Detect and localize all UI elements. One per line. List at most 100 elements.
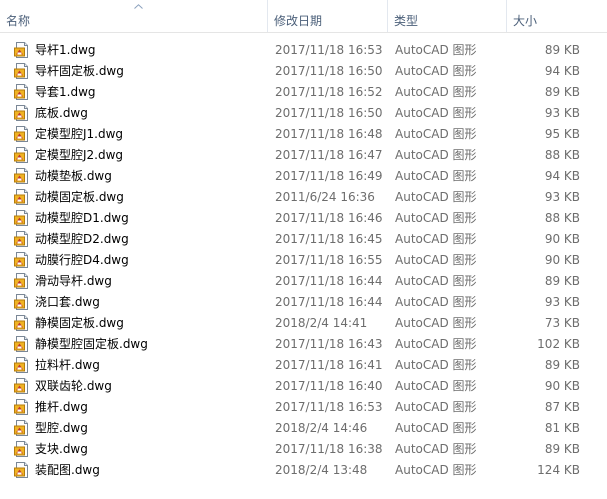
file-modified-date: 2017/11/18 16:47	[275, 148, 383, 162]
file-size: 87 KB	[544, 400, 580, 414]
file-name: 导套1.dwg	[35, 85, 96, 99]
file-name: 静模固定板.dwg	[35, 316, 124, 330]
file-name: 浇口套.dwg	[35, 295, 100, 309]
file-name: 滑动导杆.dwg	[35, 274, 112, 288]
file-name: 导杆1.dwg	[35, 43, 96, 57]
dwg-file-icon	[14, 210, 30, 226]
file-modified-date: 2018/2/4 13:48	[275, 463, 368, 477]
file-size: 81 KB	[544, 421, 580, 435]
column-header-name[interactable]: 名称	[0, 0, 268, 32]
file-modified-date: 2017/11/18 16:49	[275, 169, 383, 183]
file-modified-date: 2011/6/24 16:36	[275, 190, 375, 204]
file-name: 动模型腔D2.dwg	[35, 232, 129, 246]
file-type: AutoCAD 图形	[395, 127, 477, 141]
column-header-bar: 名称 修改日期 类型 大小	[0, 0, 607, 33]
dwg-file-icon	[14, 147, 30, 163]
file-name: 动膜行腔D4.dwg	[35, 253, 129, 267]
file-row[interactable]: 动模型腔D1.dwg 2017/11/18 16:46 AutoCAD 图形 88 K…	[0, 208, 607, 229]
file-row[interactable]: 支块.dwg 2017/11/18 16:38 AutoCAD 图形 89 KB	[0, 439, 607, 460]
dwg-file-icon	[14, 273, 30, 289]
column-header-date[interactable]: 修改日期	[268, 0, 388, 32]
file-size: 89 KB	[544, 43, 580, 57]
file-type: AutoCAD 图形	[395, 274, 477, 288]
file-type: AutoCAD 图形	[395, 400, 477, 414]
file-name: 双联齿轮.dwg	[35, 379, 112, 393]
file-row[interactable]: 动模型腔D2.dwg 2017/11/18 16:45 AutoCAD 图形 90 K…	[0, 229, 607, 250]
file-size: 93 KB	[544, 106, 580, 120]
file-row[interactable]: 导杆固定板.dwg 2017/11/18 16:50 AutoCAD 图形 94 KB	[0, 61, 607, 82]
dwg-file-icon	[14, 441, 30, 457]
file-modified-date: 2017/11/18 16:38	[275, 442, 383, 456]
file-list: 导杆1.dwg 2017/11/18 16:53 AutoCAD 图形 89 KB 导杆…	[0, 40, 607, 481]
file-size: 94 KB	[544, 169, 580, 183]
file-row[interactable]: 导杆1.dwg 2017/11/18 16:53 AutoCAD 图形 89 KB	[0, 40, 607, 61]
file-type: AutoCAD 图形	[395, 463, 477, 477]
file-name: 动模型腔D1.dwg	[35, 211, 129, 225]
file-name: 导杆固定板.dwg	[35, 64, 124, 78]
dwg-file-icon	[14, 231, 30, 247]
file-row[interactable]: 型腔.dwg 2018/2/4 14:46 AutoCAD 图形 81 KB	[0, 418, 607, 439]
file-type: AutoCAD 图形	[395, 232, 477, 246]
file-size: 73 KB	[544, 316, 580, 330]
file-modified-date: 2017/11/18 16:41	[275, 358, 383, 372]
dwg-file-icon	[14, 357, 30, 373]
file-size: 89 KB	[544, 442, 580, 456]
file-modified-date: 2017/11/18 16:53	[275, 400, 383, 414]
file-type: AutoCAD 图形	[395, 316, 477, 330]
file-size: 88 KB	[544, 148, 580, 162]
file-modified-date: 2017/11/18 16:44	[275, 295, 383, 309]
file-row[interactable]: 浇口套.dwg 2017/11/18 16:44 AutoCAD 图形 93 KB	[0, 292, 607, 313]
file-row[interactable]: 动膜行腔D4.dwg 2017/11/18 16:55 AutoCAD 图形 90 K…	[0, 250, 607, 271]
file-row[interactable]: 拉料杆.dwg 2017/11/18 16:41 AutoCAD 图形 89 KB	[0, 355, 607, 376]
file-modified-date: 2018/2/4 14:41	[275, 316, 368, 330]
file-type: AutoCAD 图形	[395, 148, 477, 162]
file-row[interactable]: 导套1.dwg 2017/11/18 16:52 AutoCAD 图形 89 KB	[0, 82, 607, 103]
file-modified-date: 2017/11/18 16:43	[275, 337, 383, 351]
file-size: 95 KB	[544, 127, 580, 141]
file-name: 动模垫板.dwg	[35, 169, 112, 183]
file-row[interactable]: 动模垫板.dwg 2017/11/18 16:49 AutoCAD 图形 94 KB	[0, 166, 607, 187]
file-name: 推杆.dwg	[35, 400, 88, 414]
file-row[interactable]: 静模型腔固定板.dwg 2017/11/18 16:43 AutoCAD 图形 102…	[0, 334, 607, 355]
dwg-file-icon	[14, 42, 30, 58]
file-modified-date: 2017/11/18 16:52	[275, 85, 383, 99]
column-header-type[interactable]: 类型	[388, 0, 507, 32]
file-name: 装配图.dwg	[35, 463, 100, 477]
file-row[interactable]: 推杆.dwg 2017/11/18 16:53 AutoCAD 图形 87 KB	[0, 397, 607, 418]
file-row[interactable]: 静模固定板.dwg 2018/2/4 14:41 AutoCAD 图形 73 KB	[0, 313, 607, 334]
file-modified-date: 2017/11/18 16:50	[275, 106, 383, 120]
file-modified-date: 2017/11/18 16:45	[275, 232, 383, 246]
file-row[interactable]: 滑动导杆.dwg 2017/11/18 16:44 AutoCAD 图形 89 KB	[0, 271, 607, 292]
file-type: AutoCAD 图形	[395, 211, 477, 225]
column-header-size[interactable]: 大小	[507, 0, 607, 32]
dwg-file-icon	[14, 63, 30, 79]
dwg-file-icon	[14, 378, 30, 394]
file-size: 89 KB	[544, 85, 580, 99]
file-row[interactable]: 底板.dwg 2017/11/18 16:50 AutoCAD 图形 93 KB	[0, 103, 607, 124]
file-modified-date: 2017/11/18 16:53	[275, 43, 383, 57]
file-type: AutoCAD 图形	[395, 295, 477, 309]
dwg-file-icon	[14, 462, 30, 478]
dwg-file-icon	[14, 189, 30, 205]
file-type: AutoCAD 图形	[395, 106, 477, 120]
file-type: AutoCAD 图形	[395, 43, 477, 57]
file-type: AutoCAD 图形	[395, 379, 477, 393]
file-type: AutoCAD 图形	[395, 190, 477, 204]
dwg-file-icon	[14, 126, 30, 142]
file-row[interactable]: 装配图.dwg 2018/2/4 13:48 AutoCAD 图形 124 KB	[0, 460, 607, 481]
file-row[interactable]: 定模型腔J2.dwg 2017/11/18 16:47 AutoCAD 图形 88 K…	[0, 145, 607, 166]
file-size: 90 KB	[544, 232, 580, 246]
file-size: 94 KB	[544, 64, 580, 78]
file-row[interactable]: 动模固定板.dwg 2011/6/24 16:36 AutoCAD 图形 93 KB	[0, 187, 607, 208]
file-name: 定模型腔J2.dwg	[35, 148, 124, 162]
file-name: 拉料杆.dwg	[35, 358, 100, 372]
file-modified-date: 2017/11/18 16:44	[275, 274, 383, 288]
file-name: 动模固定板.dwg	[35, 190, 124, 204]
file-modified-date: 2017/11/18 16:50	[275, 64, 383, 78]
file-type: AutoCAD 图形	[395, 337, 477, 351]
file-size: 90 KB	[544, 253, 580, 267]
file-size: 90 KB	[544, 379, 580, 393]
file-type: AutoCAD 图形	[395, 169, 477, 183]
file-row[interactable]: 定模型腔J1.dwg 2017/11/18 16:48 AutoCAD 图形 95 K…	[0, 124, 607, 145]
file-row[interactable]: 双联齿轮.dwg 2017/11/18 16:40 AutoCAD 图形 90 KB	[0, 376, 607, 397]
